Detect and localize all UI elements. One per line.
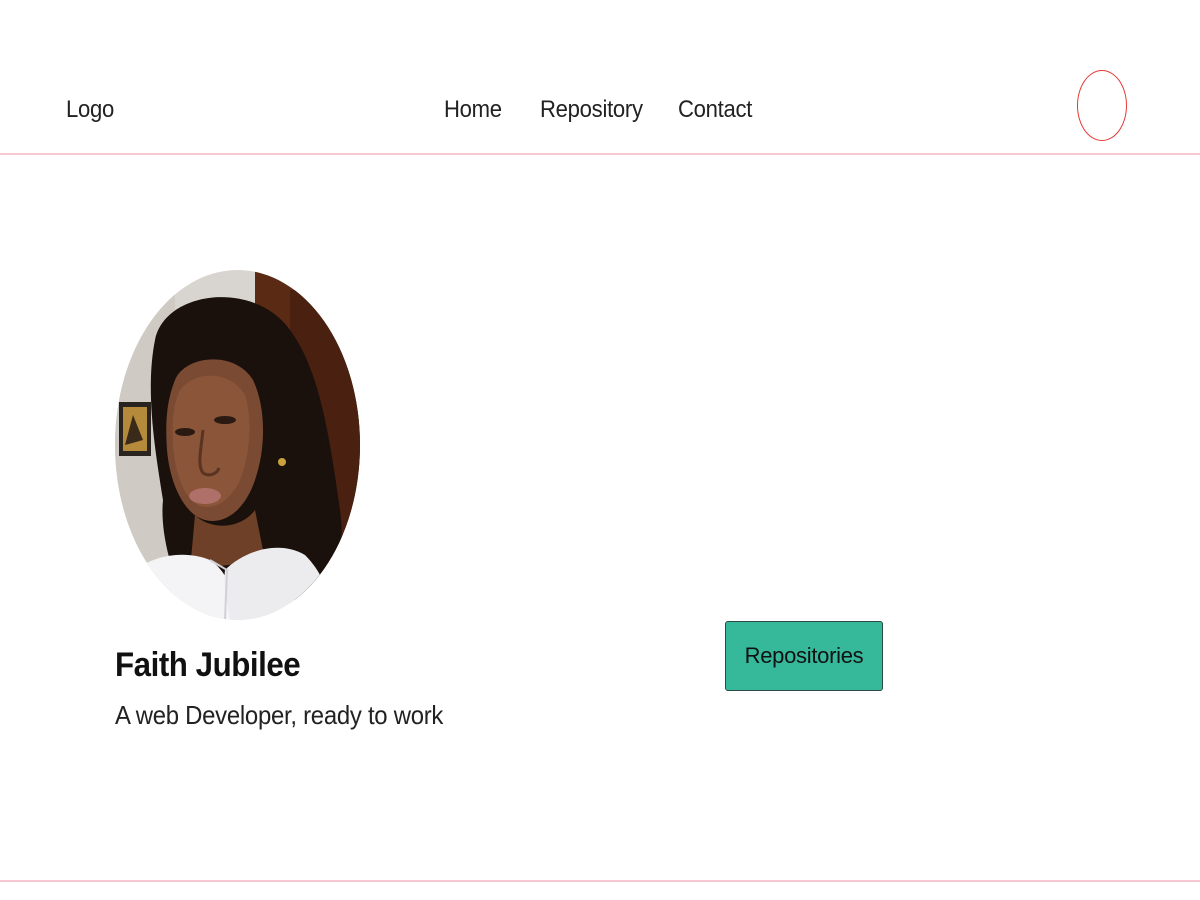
profile-tagline: A web Developer, ready to work xyxy=(115,700,444,730)
page: Logo Home Repository Contact Faith Jubil… xyxy=(0,0,1200,900)
profile-photo xyxy=(115,270,360,620)
repositories-button[interactable]: Repositories xyxy=(725,621,883,691)
logo[interactable]: Logo xyxy=(66,96,114,124)
nav-link-home[interactable]: Home xyxy=(444,96,502,124)
top-navbar: Logo Home Repository Contact xyxy=(0,0,1200,155)
user-avatar-button[interactable] xyxy=(1077,70,1127,141)
nav-link-repository[interactable]: Repository xyxy=(540,96,643,124)
profile-name: Faith Jubilee xyxy=(115,646,301,684)
footer-divider xyxy=(0,880,1200,882)
nav-link-contact[interactable]: Contact xyxy=(678,96,752,124)
main-nav: Home Repository Contact xyxy=(444,96,759,124)
